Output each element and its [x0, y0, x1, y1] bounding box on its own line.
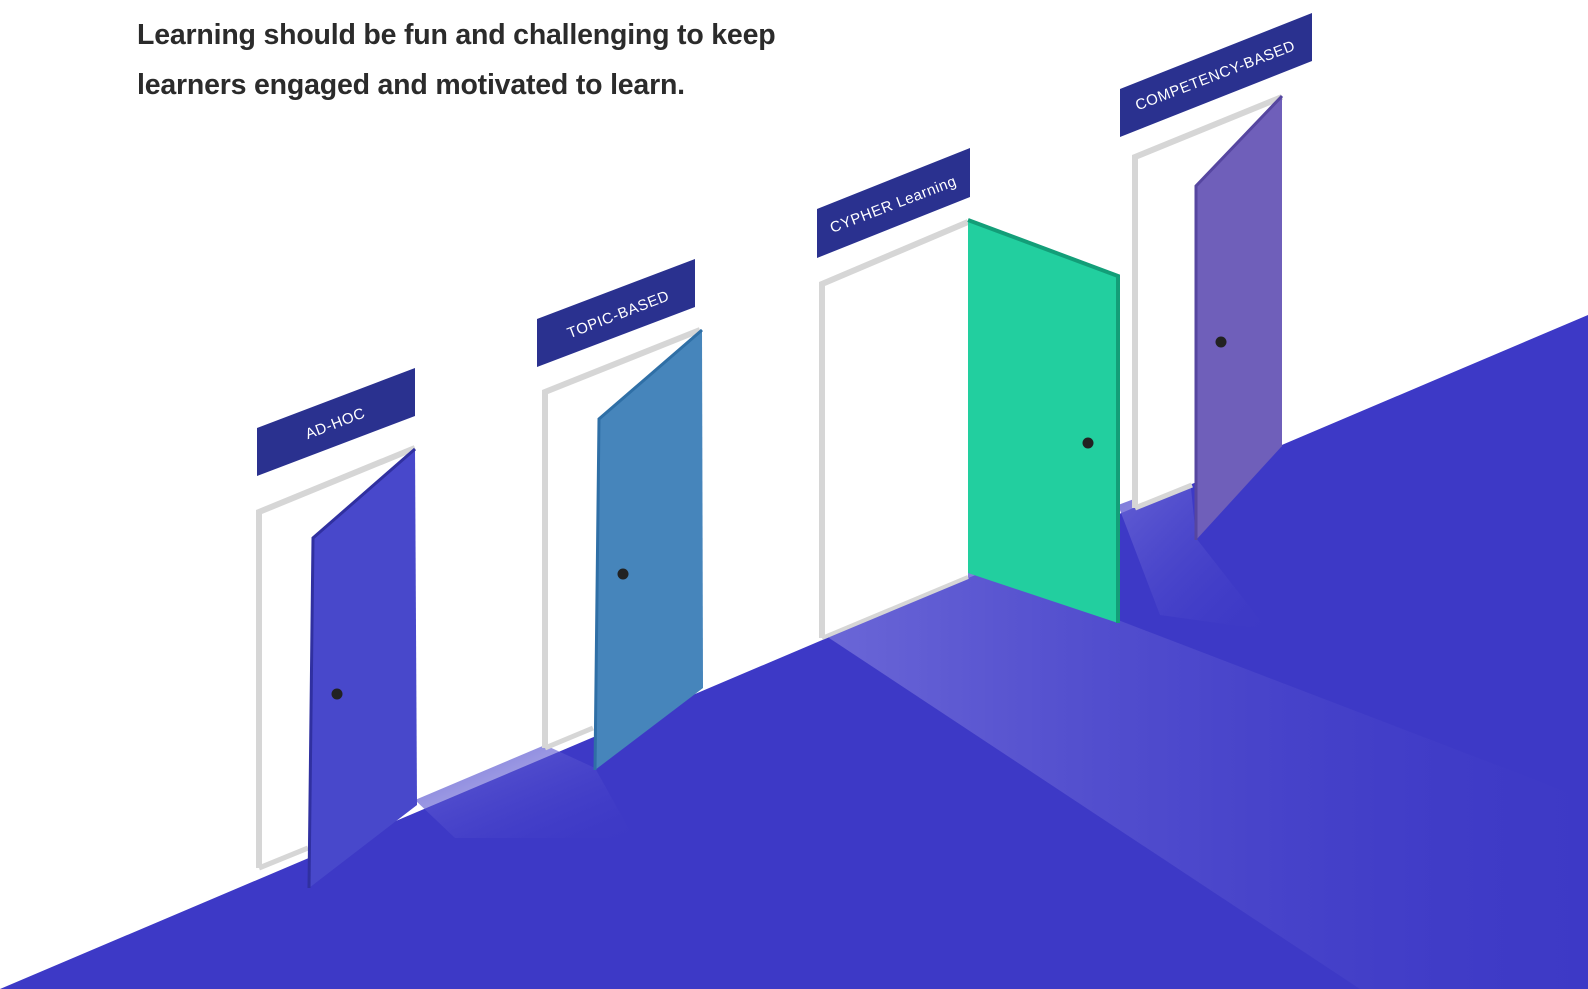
door-topic-based-knob[interactable]	[617, 568, 629, 580]
door-cypher-learning[interactable]: CYPHER Learning	[817, 148, 1120, 640]
sign-competency-based: COMPETENCY-BASED	[1120, 13, 1312, 137]
door-topic-based[interactable]: TOPIC-BASED	[537, 259, 703, 771]
door-cypher-learning-panel[interactable]	[968, 220, 1118, 623]
door-ad-hoc-knob[interactable]	[331, 688, 343, 700]
door-cypher-learning-opening	[822, 222, 968, 638]
doors-illustration: AD-HOC TOPIC-BASED CYPHER Learning COMPE…	[0, 13, 1588, 989]
door-ad-hoc[interactable]: AD-HOC	[256, 368, 417, 889]
door-cypher-learning-knob[interactable]	[1082, 437, 1094, 449]
door-competency-based-knob[interactable]	[1215, 336, 1227, 348]
